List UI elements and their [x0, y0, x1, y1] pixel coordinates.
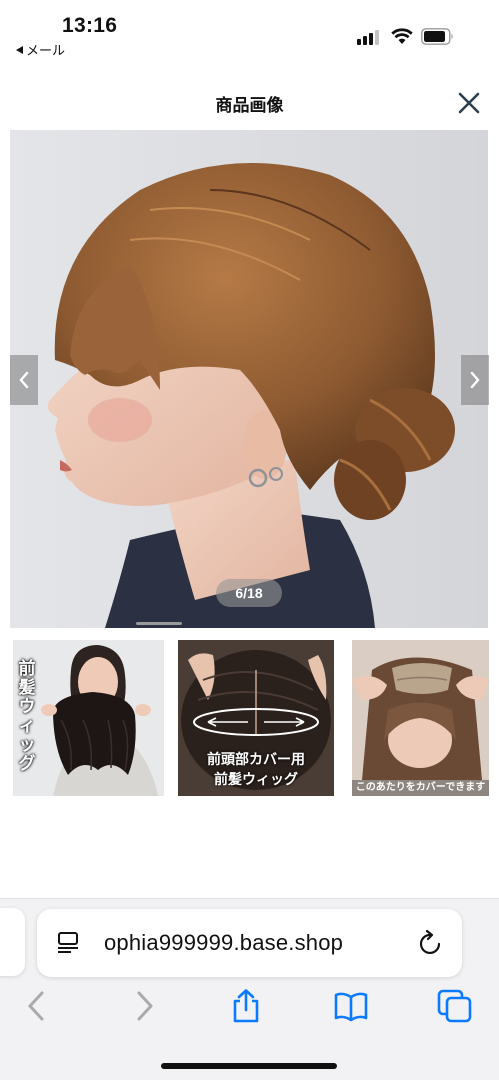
status-time: 13:16: [62, 14, 118, 37]
battery-icon: [421, 28, 453, 45]
reader-icon[interactable]: [55, 930, 81, 956]
main-product-image[interactable]: [10, 130, 488, 628]
thumbnail-3-photo: [352, 640, 489, 796]
image-counter: 6/18: [216, 579, 282, 607]
bookmarks-icon[interactable]: [333, 988, 369, 1024]
hairstyle-photo: [10, 130, 488, 628]
thumbnail-3[interactable]: このあたりをカバーできます: [352, 640, 489, 796]
tabs-icon[interactable]: [437, 988, 473, 1024]
forward-icon[interactable]: [126, 988, 162, 1024]
thumbnail-3-caption: このあたりをカバーできます: [352, 780, 489, 796]
chevron-left-icon: [19, 371, 29, 389]
url-text[interactable]: ophia999999.base.shop: [104, 930, 343, 956]
back-app-label: メール: [26, 43, 66, 58]
reload-icon[interactable]: [418, 929, 444, 957]
back-triangle-icon: [16, 45, 23, 54]
previous-tab-card[interactable]: [0, 908, 25, 976]
thumbnail-1-caption: 前 髪 ウ ィ ッ グ: [18, 659, 36, 774]
home-indicator: [161, 1063, 337, 1069]
thumbnail-2-caption: 前頭部カバー用 前髪ウィッグ: [207, 752, 305, 788]
thumbnail-2[interactable]: 前頭部カバー用 前髪ウィッグ: [178, 640, 334, 796]
page-title: 商品画像: [215, 96, 284, 115]
status-bar: 13:16 メール: [0, 0, 499, 62]
previous-image-button[interactable]: [10, 355, 38, 405]
chevron-right-icon: [470, 371, 480, 389]
back-icon[interactable]: [19, 988, 55, 1024]
next-image-button[interactable]: [461, 355, 489, 405]
thumbnail-scroll-indicator: [136, 622, 182, 625]
wifi-icon: [391, 28, 413, 44]
close-icon[interactable]: [456, 90, 482, 116]
cellular-signal-icon: [357, 29, 379, 45]
share-icon[interactable]: [228, 988, 264, 1024]
back-to-app-link[interactable]: メール: [16, 40, 65, 59]
thumbnail-1[interactable]: 前 髪 ウ ィ ッ グ: [13, 640, 164, 796]
